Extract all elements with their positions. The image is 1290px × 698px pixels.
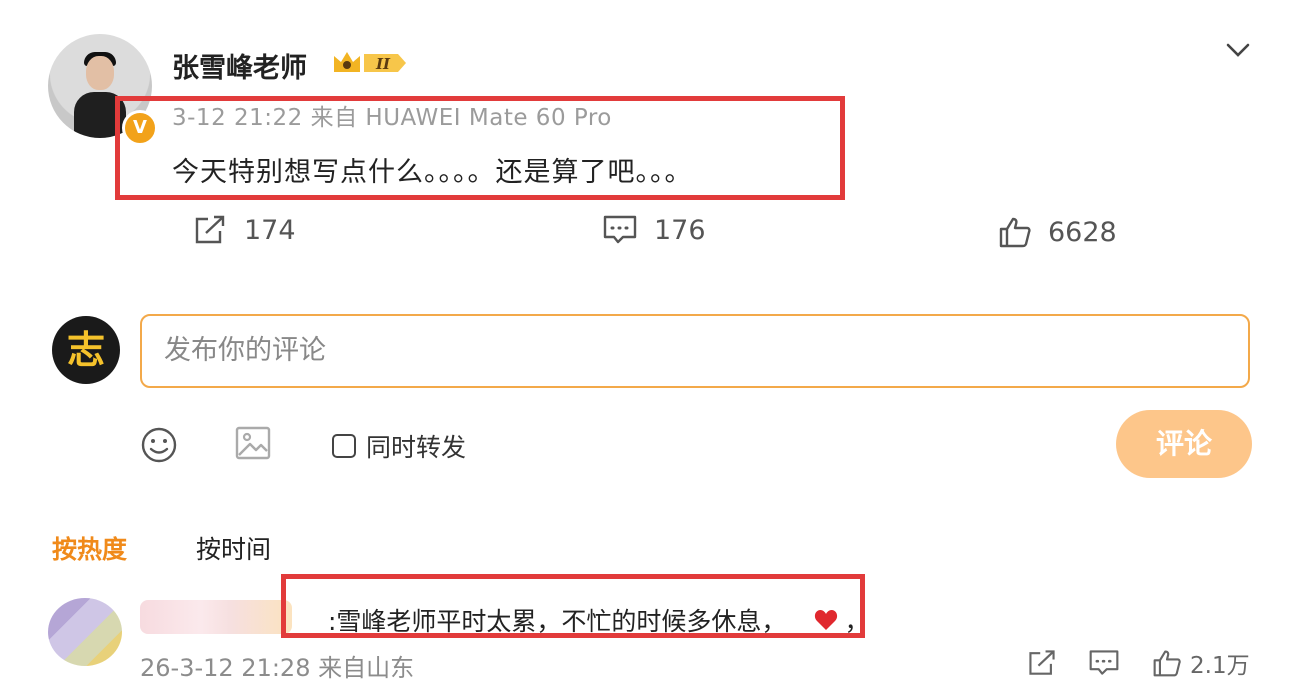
repost-count: 174	[244, 214, 296, 246]
crown-badge-icon[interactable]: II	[330, 48, 408, 78]
reply-avatar[interactable]	[48, 598, 122, 666]
repost-button[interactable]: 174	[192, 214, 296, 246]
emoji-icon[interactable]	[140, 426, 178, 464]
highlight-box-post	[115, 96, 845, 200]
reply-username-blurred[interactable]	[140, 600, 292, 634]
repost-checkbox[interactable]: 同时转发	[332, 428, 466, 464]
my-avatar[interactable]: 志	[52, 316, 120, 384]
chevron-down-icon[interactable]	[1222, 36, 1254, 64]
reply-share-icon[interactable]	[1026, 648, 1058, 678]
repost-label: 同时转发	[366, 433, 467, 462]
image-icon[interactable]	[234, 424, 272, 462]
reply-like-button[interactable]: 2.1万	[1152, 646, 1250, 680]
comment-count: 176	[654, 214, 706, 246]
reply-meta: 26-3-12 21:28 来自山东	[140, 654, 415, 682]
tab-sort-time[interactable]: 按时间	[196, 530, 271, 566]
submit-comment-button[interactable]: 评论	[1116, 410, 1252, 478]
tab-sort-hot[interactable]: 按热度	[52, 530, 127, 566]
level-badge-text: II	[375, 55, 391, 73]
author-name[interactable]: 张雪峰老师	[172, 46, 307, 85]
checkbox[interactable]	[332, 434, 356, 458]
comment-input[interactable]: 发布你的评论	[140, 314, 1250, 388]
highlight-box-reply	[281, 574, 865, 638]
like-count: 6628	[1048, 216, 1117, 248]
like-button[interactable]: 6628	[998, 216, 1117, 248]
like-icon	[1153, 650, 1181, 677]
reply-comment-icon[interactable]	[1088, 648, 1120, 678]
share-icon	[195, 215, 225, 244]
comment-button[interactable]: 176	[602, 214, 706, 246]
like-icon	[999, 217, 1031, 248]
comment-icon	[603, 215, 637, 244]
reply-like-count: 2.1万	[1190, 653, 1250, 679]
